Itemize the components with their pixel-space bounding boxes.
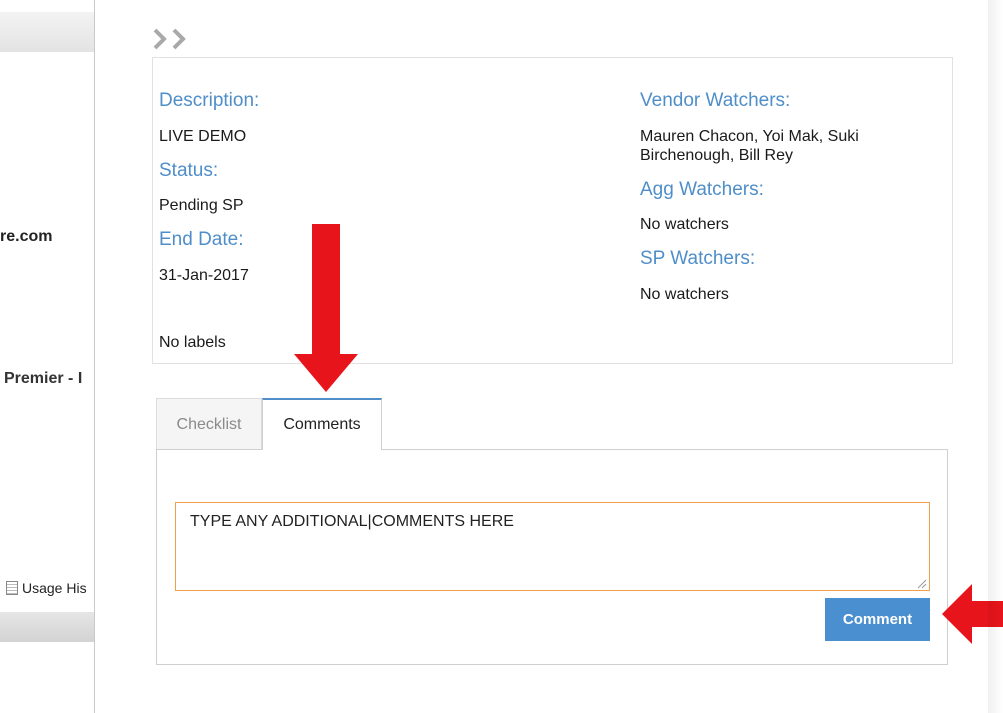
resize-grip-icon[interactable] <box>915 577 927 589</box>
end-date-value: 31-Jan-2017 <box>159 267 249 284</box>
background-toolbar <box>0 12 94 52</box>
tab-checklist[interactable]: Checklist <box>156 398 262 450</box>
usage-history-label: Usage His <box>22 580 87 596</box>
comment-input[interactable]: TYPE ANY ADDITIONAL|COMMENTS HERE <box>175 502 930 591</box>
double-chevron-right-icon <box>153 28 186 50</box>
background-app-panel: re.com Premier - I Usage His <box>0 0 95 713</box>
details-card: Description: LIVE DEMO Status: Pending S… <box>152 57 953 364</box>
status-value: Pending SP <box>159 197 244 214</box>
sp-watchers-label: SP Watchers: <box>640 248 756 269</box>
end-date-label: End Date: <box>159 229 244 250</box>
collapse-panel-button[interactable] <box>152 26 192 52</box>
usage-history-link[interactable]: Usage His <box>6 580 87 596</box>
vendor-watchers-value: Mauren Chacon, Yoi Mak, Suki Birchenough… <box>640 128 859 164</box>
tab-comments[interactable]: Comments <box>262 398 382 450</box>
annotation-arrow-left-icon <box>942 584 1003 644</box>
detail-tabs: Checklist Comments <box>156 398 382 450</box>
annotation-arrow-down-icon <box>294 224 358 392</box>
background-plan-text: Premier - I <box>4 370 83 387</box>
detail-panel: Description: LIVE DEMO Status: Pending S… <box>96 0 988 713</box>
description-value: LIVE DEMO <box>159 128 247 145</box>
sp-watchers-value: No watchers <box>640 286 729 303</box>
status-label: Status: <box>159 160 219 181</box>
background-domain-text: re.com <box>0 228 53 245</box>
agg-watchers-value: No watchers <box>640 216 729 233</box>
document-icon <box>6 581 18 595</box>
comment-submit-button[interactable]: Comment <box>825 598 930 641</box>
screenshot: re.com Premier - I Usage His Description… <box>0 0 1003 713</box>
comments-tab-panel: TYPE ANY ADDITIONAL|COMMENTS HERE Commen… <box>156 449 948 665</box>
vendor-watchers-label: Vendor Watchers: <box>640 90 791 111</box>
description-label: Description: <box>159 90 260 111</box>
agg-watchers-label: Agg Watchers: <box>640 179 764 200</box>
background-footer-bar <box>0 612 94 642</box>
labels-value: No labels <box>159 334 226 351</box>
